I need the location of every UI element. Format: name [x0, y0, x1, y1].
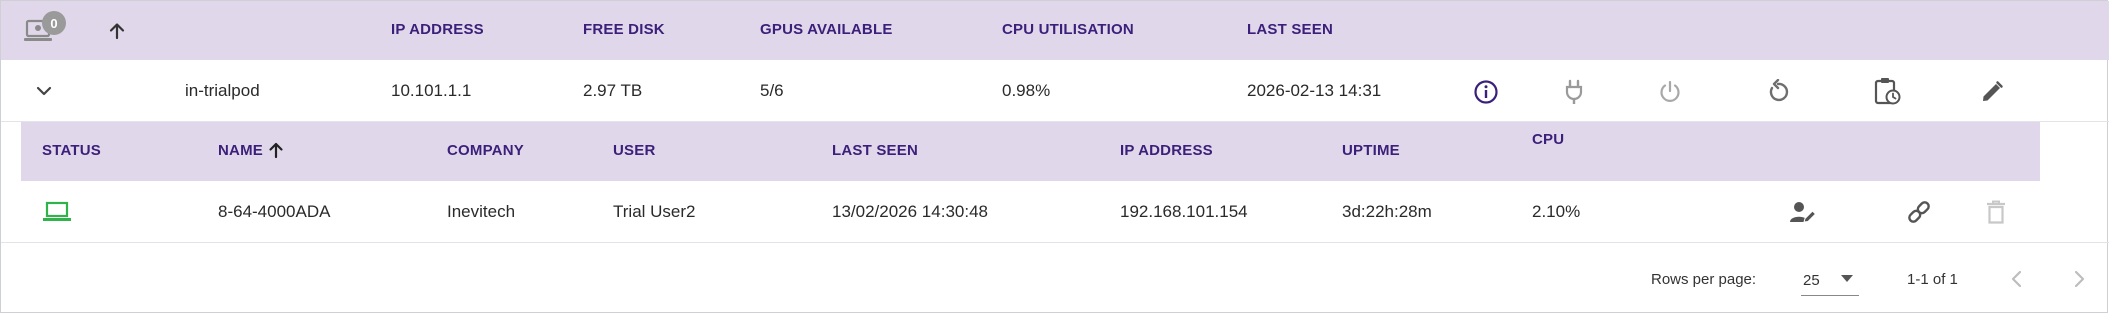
sort-ascending-icon[interactable]	[105, 19, 129, 43]
rows-per-page-value: 25	[1803, 271, 1820, 289]
device-company: Inevitech	[447, 202, 516, 221]
col-header-company[interactable]: COMPANY	[447, 142, 524, 159]
sort-ascending-icon[interactable]	[265, 139, 287, 161]
pod-ip-address: 10.101.1.1	[391, 81, 472, 100]
pagination-range: 1-1 of 1	[1907, 271, 1958, 288]
col-header-status[interactable]: STATUS	[42, 142, 101, 159]
chevron-right-icon[interactable]	[2065, 265, 2093, 293]
inner-header	[21, 122, 2040, 181]
col-header-gpus-available[interactable]: GPUS AVAILABLE	[760, 21, 893, 38]
chevron-left-icon[interactable]	[2003, 265, 2031, 293]
col-header-free-disk[interactable]: FREE DISK	[583, 21, 665, 38]
schedule-clipboard-icon[interactable]	[1871, 75, 1903, 107]
device-cpu: 2.10%	[1532, 202, 1581, 221]
info-icon[interactable]	[1471, 77, 1501, 107]
rows-per-page-label: Rows per page:	[1651, 271, 1757, 288]
chevron-down-icon[interactable]	[31, 79, 57, 103]
edit-icon[interactable]	[1977, 77, 2007, 107]
laptop-icon	[41, 197, 73, 227]
device-name: 8-64-4000ADA	[218, 202, 331, 221]
pod-gpus-available: 5/6	[760, 81, 784, 100]
link-icon[interactable]	[1903, 197, 1935, 227]
device-last-seen: 13/02/2026 14:30:48	[832, 202, 988, 221]
assign-user-icon[interactable]	[1787, 197, 1819, 227]
pod-free-disk: 2.97 TB	[583, 81, 643, 100]
col-header-uptime[interactable]: UPTIME	[1342, 142, 1400, 159]
col-header-ip-address[interactable]: IP ADDRESS	[391, 21, 484, 38]
col-header-ip-address-inner[interactable]: IP ADDRESS	[1120, 142, 1213, 159]
restart-icon[interactable]	[1763, 77, 1793, 107]
pod-name: in-trialpod	[185, 81, 260, 100]
delete-icon[interactable]	[1981, 197, 2011, 227]
pod-cpu-utilisation: 0.98%	[1002, 81, 1051, 100]
col-header-last-seen[interactable]: LAST SEEN	[1247, 21, 1333, 38]
device-ip-address: 192.168.101.154	[1120, 202, 1248, 221]
device-user: Trial User2	[613, 202, 696, 221]
devices-table: 0 IP ADDRESS FREE DISK GPUS AVAILABLE CP…	[0, 0, 2109, 313]
caret-down-icon	[1841, 275, 1853, 283]
notification-count-badge: 0	[42, 11, 66, 35]
pod-last-seen: 2026-02-13 14:31	[1247, 81, 1382, 100]
col-header-last-seen-inner[interactable]: LAST SEEN	[832, 142, 918, 159]
col-header-cpu-utilisation[interactable]: CPU UTILISATION	[1002, 21, 1134, 38]
col-header-name[interactable]: NAME	[218, 142, 263, 159]
power-icon[interactable]	[1655, 77, 1685, 107]
col-header-user[interactable]: USER	[613, 142, 655, 159]
rows-per-page-select[interactable]: 25	[1801, 265, 1859, 296]
device-uptime: 3d:22h:28m	[1342, 202, 1432, 221]
plug-icon[interactable]	[1559, 77, 1589, 107]
col-header-cpu[interactable]: CPU	[1532, 131, 1564, 148]
